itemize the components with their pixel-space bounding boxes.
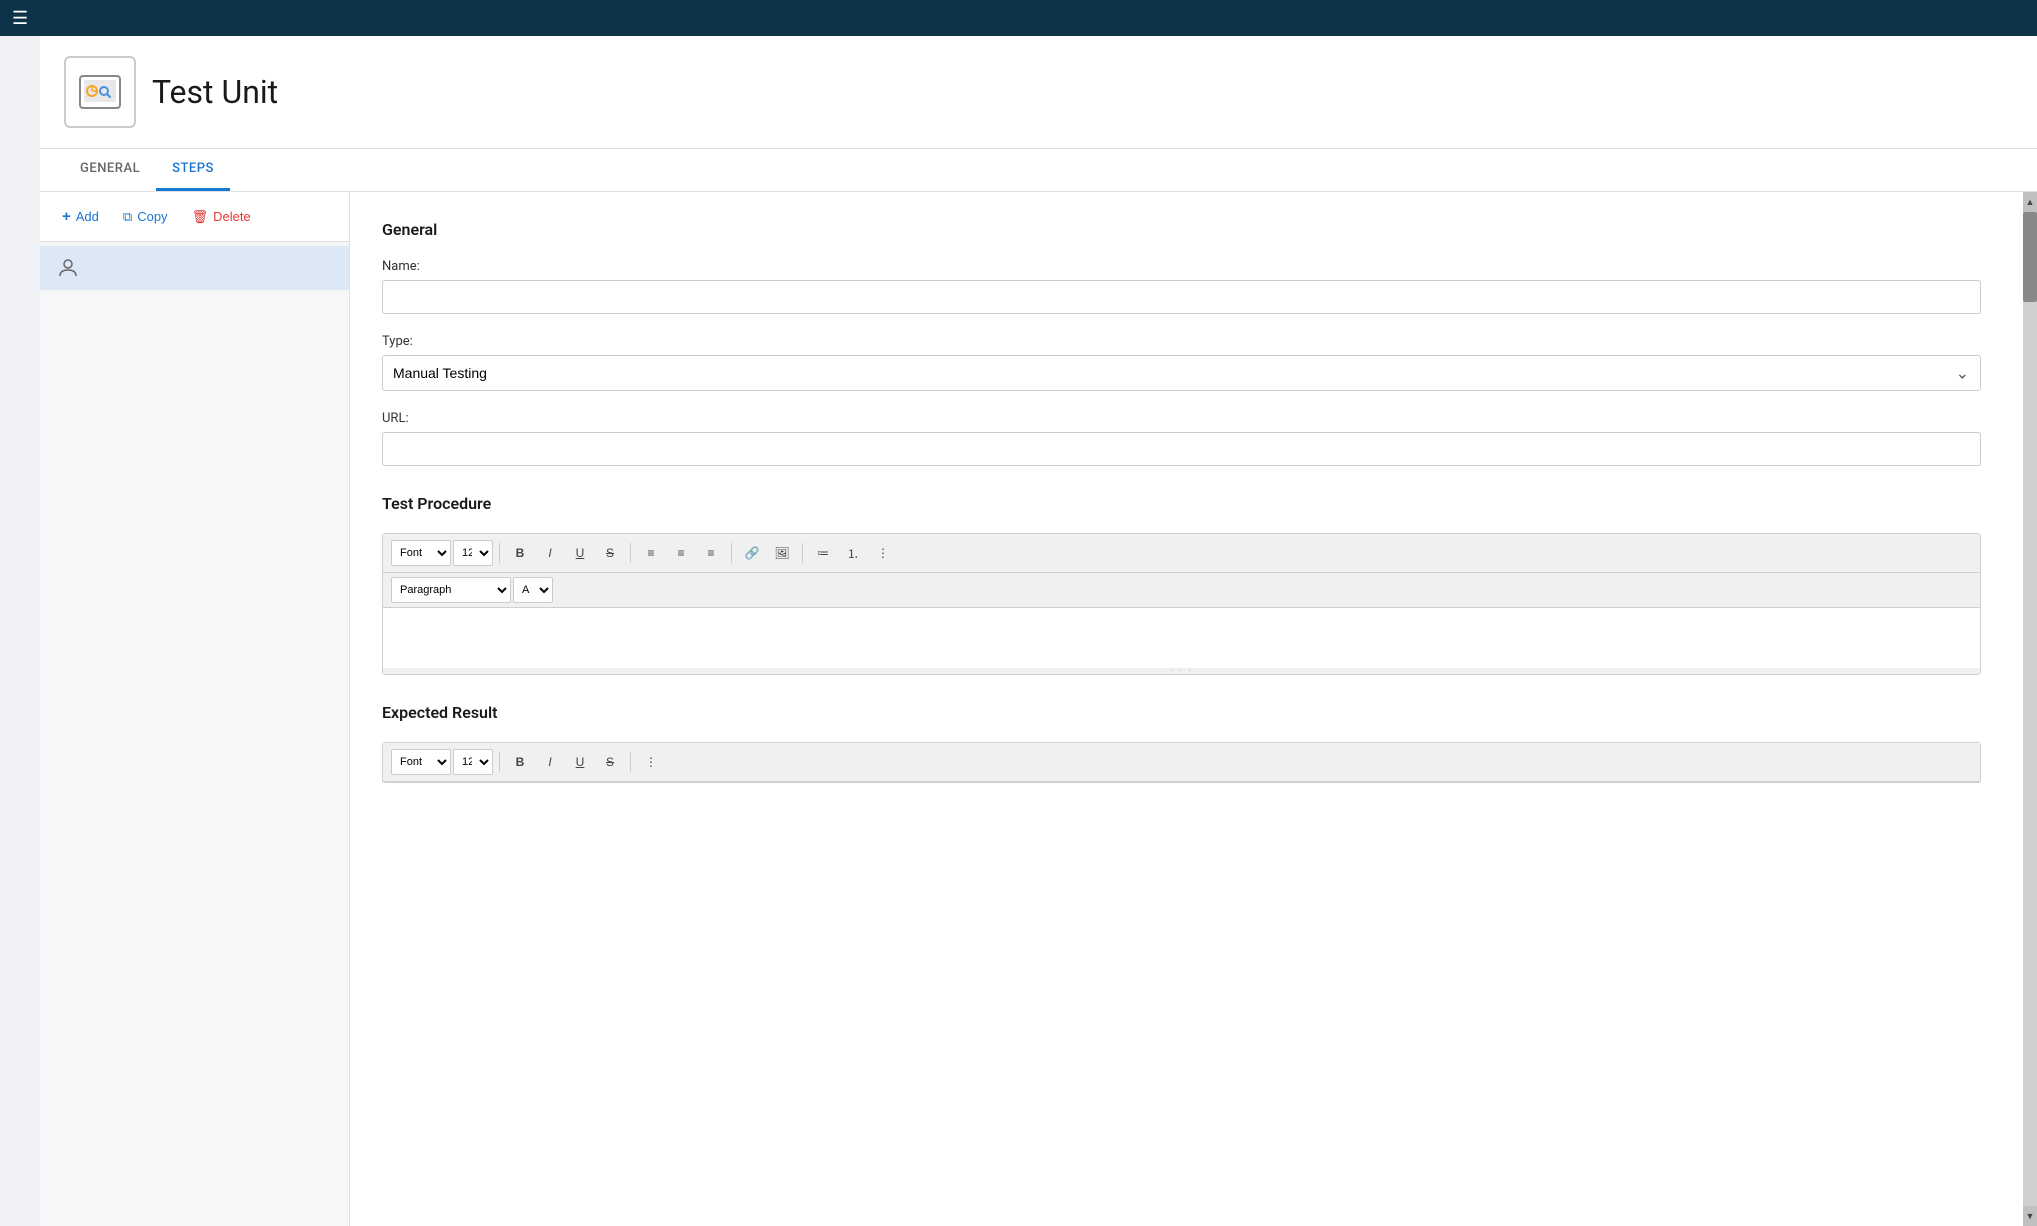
- strikethrough-button[interactable]: S: [596, 540, 624, 566]
- content-area: + Add ⧉ Copy 🗑 Delete: [40, 192, 2037, 1226]
- header-section: Test Unit: [40, 36, 2037, 149]
- tabs-section: GENERAL STEPS: [40, 149, 2037, 192]
- er-toolbar-sep-2: [630, 752, 631, 772]
- left-panel: + Add ⧉ Copy 🗑 Delete: [40, 192, 350, 1226]
- delete-button[interactable]: 🗑 Delete: [182, 203, 261, 231]
- steps-toolbar: + Add ⧉ Copy 🗑 Delete: [40, 192, 349, 242]
- type-select[interactable]: Manual Testing Automated Testing: [382, 355, 1981, 391]
- test-procedure-toolbar-row2: Paragraph A: [383, 573, 1980, 608]
- expected-result-toolbar: Font 12 B I U S ⋮: [383, 743, 1980, 782]
- italic-button[interactable]: I: [536, 540, 564, 566]
- er-strikethrough-button[interactable]: S: [596, 749, 624, 775]
- main-container: Test Unit GENERAL STEPS + Add ⧉ Copy 🗑 D…: [40, 36, 2037, 1226]
- scroll-down-button[interactable]: ▼: [2023, 1206, 2037, 1226]
- toolbar-sep-4: [802, 543, 803, 563]
- list-ol-button[interactable]: ⒈: [839, 540, 867, 566]
- steps-list: [40, 242, 349, 1226]
- copy-icon: ⧉: [123, 209, 132, 225]
- resize-dots-icon: · · ·: [1170, 666, 1193, 677]
- step-user-icon: [56, 256, 80, 280]
- font-family-select[interactable]: Font: [391, 540, 451, 566]
- expected-result-title: Expected Result: [382, 703, 1981, 722]
- name-label: Name:: [382, 259, 1981, 274]
- copy-button[interactable]: ⧉ Copy: [113, 203, 178, 231]
- url-field-group: URL:: [382, 411, 1981, 486]
- link-button[interactable]: 🔗: [738, 540, 766, 566]
- color-select[interactable]: A: [513, 577, 553, 603]
- expected-result-editor: Font 12 B I U S ⋮: [382, 742, 1981, 783]
- bold-button[interactable]: B: [506, 540, 534, 566]
- test-unit-icon: [78, 70, 122, 114]
- er-italic-button[interactable]: I: [536, 749, 564, 775]
- type-label: Type:: [382, 334, 1981, 349]
- toolbar-sep-2: [630, 543, 631, 563]
- page-icon-box: [64, 56, 136, 128]
- toolbar-sep-1: [499, 543, 500, 563]
- scrollbar-track: ▲ ▼: [2023, 192, 2037, 1226]
- style-select[interactable]: Paragraph: [391, 577, 511, 603]
- test-procedure-title: Test Procedure: [382, 494, 1981, 513]
- align-right-button[interactable]: ≡: [697, 540, 725, 566]
- tab-general[interactable]: GENERAL: [64, 149, 156, 191]
- name-field-group: Name:: [382, 259, 1981, 334]
- align-center-button[interactable]: ≡: [667, 540, 695, 566]
- hamburger-menu-icon[interactable]: ☰: [12, 8, 28, 29]
- test-procedure-toolbar: Font 12 B I U S ≡ ≡ ≡: [383, 534, 1980, 573]
- type-field-group: Type: Manual Testing Automated Testing ⌄: [382, 334, 1981, 391]
- delete-icon: 🗑: [192, 209, 209, 225]
- align-left-button[interactable]: ≡: [637, 540, 665, 566]
- copy-label: Copy: [137, 209, 167, 224]
- er-more-options-button[interactable]: ⋮: [637, 749, 665, 775]
- underline-button[interactable]: U: [566, 540, 594, 566]
- name-input[interactable]: [382, 280, 1981, 314]
- er-bold-button[interactable]: B: [506, 749, 534, 775]
- url-input[interactable]: [382, 432, 1981, 466]
- scroll-up-button[interactable]: ▲: [2023, 192, 2037, 212]
- er-underline-button[interactable]: U: [566, 749, 594, 775]
- er-font-family-select[interactable]: Font: [391, 749, 451, 775]
- more-options-button[interactable]: ⋮: [869, 540, 897, 566]
- type-select-wrapper: Manual Testing Automated Testing ⌄: [382, 355, 1981, 391]
- toolbar-sep-3: [731, 543, 732, 563]
- right-panel[interactable]: ▲ ▼ General Name: Type: Manual Testing: [350, 192, 2037, 1226]
- url-label: URL:: [382, 411, 1981, 426]
- top-bar: ☰: [0, 0, 2037, 36]
- scrollbar-thumb: [2023, 212, 2037, 302]
- add-button[interactable]: + Add: [52, 202, 109, 231]
- er-toolbar-sep-1: [499, 752, 500, 772]
- image-button[interactable]: 🖼: [768, 540, 796, 566]
- general-section-title: General: [382, 220, 1981, 239]
- test-procedure-editor: Font 12 B I U S ≡ ≡ ≡: [382, 533, 1981, 675]
- test-procedure-body[interactable]: [383, 608, 1980, 668]
- add-label: Add: [76, 209, 99, 224]
- plus-icon: +: [62, 208, 71, 225]
- list-ul-button[interactable]: ≔: [809, 540, 837, 566]
- delete-label: Delete: [213, 209, 251, 224]
- tab-steps[interactable]: STEPS: [156, 149, 230, 191]
- font-size-select[interactable]: 12: [453, 540, 493, 566]
- page-title: Test Unit: [152, 73, 278, 111]
- resize-handle[interactable]: · · ·: [383, 668, 1980, 674]
- form-content: General Name: Type: Manual Testing Autom…: [382, 220, 2005, 783]
- list-item[interactable]: [40, 246, 349, 290]
- er-font-size-select[interactable]: 12: [453, 749, 493, 775]
